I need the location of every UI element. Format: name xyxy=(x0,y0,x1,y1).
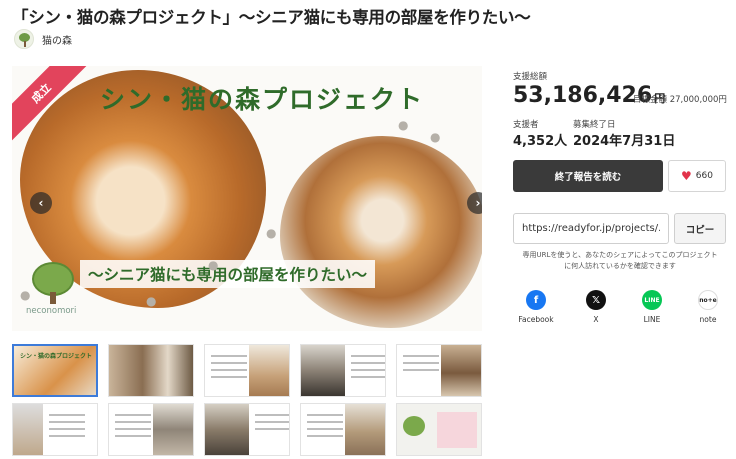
paw-icon: ● xyxy=(146,294,157,308)
carousel-next-button[interactable]: › xyxy=(467,192,482,214)
end-date-label: 募集終了日 xyxy=(573,120,616,130)
share-url-note: 専用URLを使うと、あなたのシェアによってこのプロジェクトに何人訪れているかを確… xyxy=(522,251,718,270)
copy-url-button[interactable]: コピー xyxy=(674,213,726,244)
thumbnail-10[interactable] xyxy=(396,403,482,456)
share-x[interactable]: 𝕏 X xyxy=(571,290,621,324)
thumbnail-2[interactable] xyxy=(108,344,194,397)
thumbnail-8[interactable] xyxy=(204,403,290,456)
share-url-field[interactable] xyxy=(513,213,669,244)
read-final-report-button[interactable]: 終了報告を読む xyxy=(513,160,663,192)
share-note[interactable]: no+e note xyxy=(683,290,733,324)
share-label: X xyxy=(593,315,599,324)
carousel-prev-button[interactable]: ‹ xyxy=(30,192,52,214)
hero-image: 成立 シン・猫の森プロジェクト neconomori 〜シニア猫にも専用の部屋を… xyxy=(12,66,482,331)
share-label: LINE xyxy=(643,315,661,324)
success-badge-label: 成立 xyxy=(28,80,54,106)
note-icon: no+e xyxy=(698,290,718,310)
thumbnail-1-text: シン・猫の森プロジェクト xyxy=(20,353,93,360)
facebook-icon: f xyxy=(526,290,546,310)
line-icon: LINE xyxy=(642,290,662,310)
thumbnail-3[interactable] xyxy=(204,344,290,397)
heart-icon: ♥ xyxy=(681,169,692,183)
supporters-label: 支援者 xyxy=(513,120,539,130)
thumbnail-5[interactable] xyxy=(396,344,482,397)
neconomori-logo: neconomori xyxy=(26,262,76,318)
owner-link[interactable]: 猫の森 xyxy=(14,28,72,50)
paw-icon: ● xyxy=(266,226,277,240)
logo-text: neconomori xyxy=(26,306,77,316)
thumbnail-9[interactable] xyxy=(300,403,386,456)
paw-icon: ● xyxy=(20,288,31,302)
supporters-count: 4,352人 xyxy=(513,134,568,149)
owner-name: 猫の森 xyxy=(42,35,72,47)
project-title: 「シン・猫の森プロジェクト」〜シニア猫にも専用の部屋を作りたい〜 xyxy=(12,8,531,27)
favorite-count: 660 xyxy=(695,171,713,181)
end-date: 2024年7月31日 xyxy=(573,134,676,149)
paw-icon: ● xyxy=(398,118,409,132)
hero-cat-photo-right xyxy=(280,136,482,328)
hero-subheading: 〜シニア猫にも専用の部屋を作りたい〜 xyxy=(80,260,376,288)
favorite-button[interactable]: ♥ 660 xyxy=(668,160,726,192)
thumbnail-4[interactable] xyxy=(300,344,386,397)
x-icon: 𝕏 xyxy=(586,290,606,310)
paw-icon: ● xyxy=(430,130,441,144)
tree-icon xyxy=(32,262,74,296)
goal-label: 目標金額 xyxy=(633,95,668,105)
thumbnail-7[interactable] xyxy=(108,403,194,456)
thumbnail-6[interactable] xyxy=(12,403,98,456)
goal-amount: 目標金額 27,000,000円 xyxy=(633,93,727,105)
total-amount-value: 53,186,426 xyxy=(513,83,653,108)
share-label: Facebook xyxy=(518,315,554,324)
share-facebook[interactable]: f Facebook xyxy=(511,290,561,324)
owner-avatar xyxy=(14,29,34,49)
thumbnail-1[interactable]: シン・猫の森プロジェクト xyxy=(12,344,98,397)
total-label: 支援総額 xyxy=(513,72,548,82)
paw-icon: ● xyxy=(208,258,219,272)
goal-value: 27,000,000円 xyxy=(669,95,727,105)
share-label: note xyxy=(699,315,717,324)
share-line[interactable]: LINE LINE xyxy=(627,290,677,324)
hero-heading: シン・猫の森プロジェクト xyxy=(100,85,425,114)
